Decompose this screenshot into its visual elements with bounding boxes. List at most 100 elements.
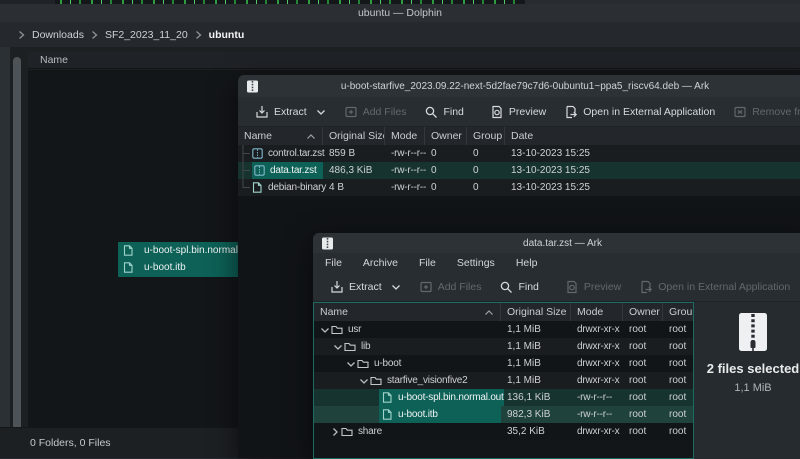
remove-from-archive-button: Remove from Archive	[724, 97, 800, 126]
breadcrumb: Downloads SF2_2023_11_20 ubuntu	[0, 22, 800, 47]
ark1-window-title: u-boot-starfive_2023.09.22-next-5d2fae79…	[238, 81, 800, 92]
ark1-toolbar: Extract Add Files Find Preview Open in E…	[238, 97, 800, 127]
folder-icon	[331, 324, 343, 335]
add-files-button: Add Files	[410, 273, 491, 301]
column-header-date[interactable]: Date	[505, 127, 800, 145]
folder-icon	[344, 341, 356, 352]
tree-row-folder[interactable]: usr 1,1 MiB drwxr-xr-x root root	[314, 321, 693, 338]
ark1-file-table: Name Original Size Mode Owner Group Date…	[238, 127, 800, 196]
selection-size: 1,1 MiB	[734, 382, 771, 394]
file-icon	[252, 182, 263, 193]
add-files-icon	[419, 280, 433, 294]
column-header-group[interactable]: Group	[663, 303, 693, 321]
open-external-button[interactable]: Open in External Application	[555, 97, 724, 126]
breadcrumb-item-ubuntu[interactable]: ubuntu	[209, 29, 245, 41]
drag-item: u-boot.itb	[118, 259, 240, 276]
archive-file-icon	[252, 148, 263, 159]
dolphin-window-title: ubuntu — Dolphin	[358, 7, 442, 19]
tree-row-file-selected[interactable]: u-boot.itb 982,3 KiB -rw-r--r-- root roo…	[314, 406, 693, 423]
ark2-menubar: File Archive File Settings Help	[313, 253, 800, 273]
search-icon	[499, 280, 513, 294]
extract-button[interactable]: Extract	[321, 273, 410, 301]
tree-branch	[238, 179, 252, 196]
chevron-right-icon	[91, 30, 98, 40]
add-files-icon	[344, 105, 358, 119]
column-header-name[interactable]: Name	[314, 303, 501, 321]
ark2-window-title: data.tar.zst — Ark	[313, 238, 800, 249]
column-header-group[interactable]: Group	[467, 127, 505, 145]
preview-icon	[490, 105, 504, 119]
file-icon	[123, 245, 134, 256]
menu-help[interactable]: Help	[516, 257, 538, 269]
ark2-titlebar[interactable]: data.tar.zst — Ark	[313, 233, 800, 253]
folder-icon	[357, 358, 369, 369]
breadcrumb-item-sf2-folder[interactable]: SF2_2023_11_20	[105, 29, 188, 41]
preview-button[interactable]: Preview	[481, 97, 555, 126]
file-icon	[123, 262, 134, 273]
menu-file-2[interactable]: File	[419, 257, 436, 269]
chevron-right-icon	[195, 30, 202, 40]
expander-open-icon[interactable]	[331, 343, 344, 351]
ark-app-icon	[321, 237, 334, 250]
column-header-size[interactable]: Original Size	[501, 303, 571, 321]
selected-name-cell: data.tar.zst	[252, 162, 323, 179]
search-icon	[424, 105, 438, 119]
tree-row-folder[interactable]: share 35,2 KiB drwxr-xr-x root root	[314, 423, 693, 440]
ark1-titlebar[interactable]: u-boot-starfive_2023.09.22-next-5d2fae79…	[238, 75, 800, 97]
ark2-table-header: Name Original Size Mode Owner Group	[314, 303, 693, 321]
column-header-owner[interactable]: Owner	[623, 303, 663, 321]
tree-row-folder[interactable]: starfive_visionfive2 1,1 MiB drwxr-xr-x …	[314, 372, 693, 389]
drag-ghost[interactable]: u-boot-spl.bin.normal.out u-boot.itb	[118, 242, 240, 277]
expander-open-icon[interactable]	[318, 326, 331, 334]
tree-row-folder[interactable]: u-boot 1,1 MiB drwxr-xr-x root root	[314, 355, 693, 372]
selection-info-panel: 2 files selected 1,1 MiB	[694, 302, 800, 459]
zip-file-icon	[736, 312, 770, 353]
column-header-mode[interactable]: Mode	[385, 127, 425, 145]
ark2-toolbar: Extract Add Files Find Preview Open in E…	[313, 273, 800, 302]
folder-icon	[370, 375, 382, 386]
ark-window-data-tar: data.tar.zst — Ark File Archive File Set…	[313, 233, 800, 458]
breadcrumb-item-downloads[interactable]: Downloads	[32, 29, 84, 41]
status-text: 0 Folders, 0 Files	[30, 437, 111, 449]
preview-button: Preview	[556, 273, 630, 301]
drag-item: u-boot-spl.bin.normal.out	[118, 242, 240, 259]
expander-open-icon[interactable]	[357, 377, 370, 385]
menu-archive[interactable]: Archive	[363, 257, 398, 269]
column-header-owner[interactable]: Owner	[425, 127, 467, 145]
selection-count: 2 files selected	[707, 361, 800, 376]
open-external-icon	[564, 105, 578, 119]
find-button[interactable]: Find	[415, 97, 472, 126]
ark1-table-header: Name Original Size Mode Owner Group Date	[238, 127, 800, 145]
selected-name-cell: u-boot.itb	[379, 406, 501, 423]
expander-closed-icon[interactable]	[328, 427, 341, 437]
vertical-scrollbar[interactable]	[13, 57, 21, 432]
find-button[interactable]: Find	[490, 273, 547, 301]
file-icon	[382, 409, 393, 420]
chevron-down-icon	[316, 108, 326, 116]
table-row[interactable]: debian-binary 4 B -rw-r--r-- 0 0 13-10-2…	[238, 179, 800, 196]
column-header-name[interactable]: Name	[238, 127, 323, 145]
column-header-mode[interactable]: Mode	[571, 303, 623, 321]
sort-ascending-icon	[306, 133, 316, 140]
archive-file-icon	[254, 165, 265, 176]
extract-icon	[330, 280, 344, 294]
chevron-down-icon	[391, 283, 401, 291]
dolphin-name-column-header[interactable]: Name	[28, 52, 800, 69]
tree-row-folder[interactable]: lib 1,1 MiB drwxr-xr-x root root	[314, 338, 693, 355]
extract-button[interactable]: Extract	[246, 97, 335, 126]
folder-icon	[341, 426, 353, 437]
places-panel-edge	[0, 47, 10, 458]
selected-name-cell: u-boot-spl.bin.normal.out	[379, 389, 504, 406]
table-row[interactable]: control.tar.zst 859 B -rw-r--r-- 0 0 13-…	[238, 145, 800, 162]
dolphin-titlebar[interactable]: ubuntu — Dolphin	[0, 4, 800, 22]
remove-icon	[733, 105, 747, 119]
sort-ascending-icon	[484, 309, 494, 316]
preview-icon	[565, 280, 579, 294]
menu-settings[interactable]: Settings	[457, 257, 495, 269]
tree-row-file-selected[interactable]: u-boot-spl.bin.normal.out 136,1 KiB -rw-…	[314, 389, 693, 406]
table-row-selected[interactable]: data.tar.zst 486,3 KiB -rw-r--r-- 0 0 13…	[238, 162, 800, 179]
column-header-size[interactable]: Original Size	[323, 127, 385, 145]
menu-file[interactable]: File	[325, 257, 342, 269]
expander-open-icon[interactable]	[344, 360, 357, 368]
ark-app-icon	[246, 80, 259, 93]
